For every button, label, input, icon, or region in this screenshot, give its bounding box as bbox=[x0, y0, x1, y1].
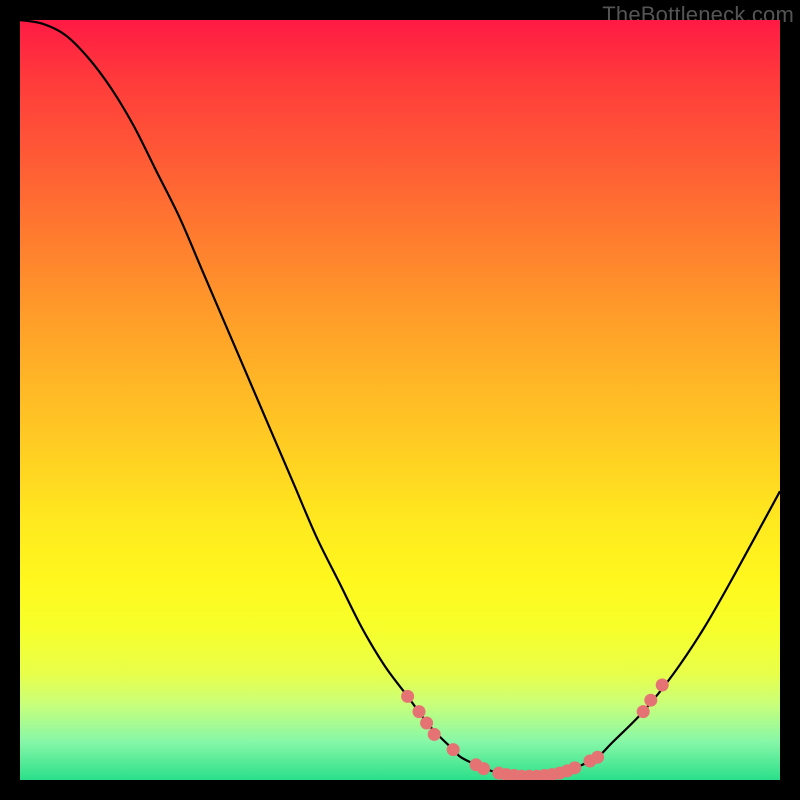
data-marker bbox=[428, 728, 441, 741]
data-marker bbox=[420, 717, 433, 730]
curve-svg bbox=[20, 20, 780, 780]
data-marker bbox=[413, 705, 426, 718]
data-marker bbox=[644, 694, 657, 707]
data-marker bbox=[656, 679, 669, 692]
data-marker bbox=[637, 705, 650, 718]
data-marker bbox=[447, 743, 460, 756]
data-marker bbox=[477, 762, 490, 775]
bottleneck-curve-line bbox=[20, 20, 780, 776]
data-marker bbox=[401, 690, 414, 703]
plot-area bbox=[20, 20, 780, 780]
data-marker bbox=[591, 751, 604, 764]
data-markers-group bbox=[401, 679, 669, 781]
chart-container: TheBottleneck.com bbox=[0, 0, 800, 800]
data-marker bbox=[568, 761, 581, 774]
